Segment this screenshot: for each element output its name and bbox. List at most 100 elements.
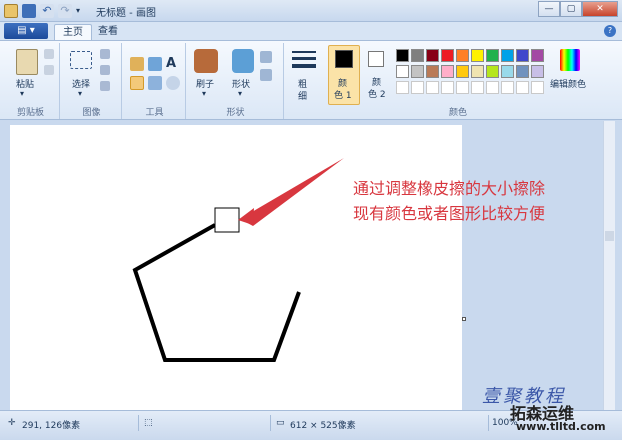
edit-colors-button[interactable]: 编辑颜色 xyxy=(550,77,586,90)
palette-color-swatch[interactable] xyxy=(501,65,514,78)
cut-icon[interactable] xyxy=(44,49,54,59)
canvas-drawing xyxy=(132,158,344,362)
quick-access-toolbar: ↶ ↷ ▾ xyxy=(4,3,90,19)
canvas-size: 612 × 525像素 xyxy=(290,421,356,431)
color1-swatch xyxy=(335,50,353,68)
select-dropdown-icon[interactable]: ▾ xyxy=(78,89,82,98)
paste-icon[interactable] xyxy=(16,49,38,75)
pencil-icon[interactable] xyxy=(130,57,144,71)
palette-color-swatch[interactable] xyxy=(456,49,469,62)
custom-color-slot[interactable] xyxy=(441,81,454,94)
help-icon[interactable]: ? xyxy=(604,25,616,37)
paste-dropdown-icon[interactable]: ▾ xyxy=(20,89,24,98)
color-picker-icon[interactable] xyxy=(148,76,162,90)
size-group: 粗 细 xyxy=(286,43,322,119)
maximize-button[interactable]: ▢ xyxy=(560,1,582,17)
edit-colors-icon[interactable] xyxy=(560,49,580,71)
resize-icon[interactable] xyxy=(100,65,110,75)
magnifier-icon[interactable] xyxy=(166,76,180,90)
brush-icon[interactable] xyxy=(194,49,218,73)
customize-toolbar-chevron-icon[interactable]: ▾ xyxy=(76,4,86,18)
annotation-line-1: 通过调整橡皮擦的大小擦除 xyxy=(353,179,546,198)
palette-color-swatch[interactable] xyxy=(486,49,499,62)
save-icon[interactable] xyxy=(22,4,36,18)
brushes-dropdown-icon[interactable]: ▾ xyxy=(202,89,206,98)
shapes-group: 刷子 ▾ 形状 ▾ 形状 xyxy=(188,43,284,119)
custom-color-slot[interactable] xyxy=(501,81,514,94)
cursor-position: 291, 126像素 xyxy=(22,421,81,431)
file-menu-button[interactable]: ▤ ▾ xyxy=(4,23,48,39)
palette-color-swatch[interactable] xyxy=(516,65,529,78)
palette-color-swatch[interactable] xyxy=(441,65,454,78)
close-button[interactable]: ✕ xyxy=(582,1,618,17)
color2-button[interactable]: 颜 色 2 xyxy=(364,45,392,105)
title-bar: ↶ ↷ ▾ 无标题 - 画图 — ▢ ✕ xyxy=(0,0,622,22)
annotation-arrow-head xyxy=(238,208,254,225)
color1-button[interactable]: 颜 色 1 xyxy=(328,45,360,105)
crop-icon[interactable] xyxy=(100,49,110,59)
palette-color-swatch[interactable] xyxy=(516,49,529,62)
palette-color-swatch[interactable] xyxy=(396,49,409,62)
palette-color-swatch[interactable] xyxy=(426,49,439,62)
canvas-size-icon: ▭ xyxy=(276,418,285,428)
palette-color-swatch[interactable] xyxy=(441,49,454,62)
palette-color-swatch[interactable] xyxy=(501,49,514,62)
drawn-polyline xyxy=(132,223,301,362)
rotate-icon[interactable] xyxy=(100,81,110,91)
palette-color-swatch[interactable] xyxy=(486,65,499,78)
scrollbar-thumb[interactable] xyxy=(605,231,614,241)
color2-swatch xyxy=(368,51,384,67)
outline-icon[interactable] xyxy=(260,51,272,63)
eraser-icon[interactable] xyxy=(130,76,144,90)
image-group: 选择 ▾ 图像 xyxy=(62,43,122,119)
text-icon[interactable]: A xyxy=(166,57,180,71)
clipboard-group: 粘贴 ▾ 剪贴板 xyxy=(2,43,60,119)
fill-shape-icon[interactable] xyxy=(260,69,272,81)
shapes-icon[interactable] xyxy=(232,49,254,73)
custom-color-slot[interactable] xyxy=(471,81,484,94)
ribbon: 粘贴 ▾ 剪贴板 选择 ▾ 图像 A 工具 刷子 ▾ 形状 ▾ 形状 粗 细 颜… xyxy=(0,40,622,120)
custom-color-slot[interactable] xyxy=(456,81,469,94)
clipboard-group-label: 剪贴板 xyxy=(16,108,44,118)
palette-color-swatch[interactable] xyxy=(411,49,424,62)
ribbon-tab-row: ▤ ▾ 主页 查看 ? xyxy=(0,22,622,40)
colors-group: 颜 色 1 颜 色 2 编辑颜色 颜色 xyxy=(324,43,592,119)
fill-icon[interactable] xyxy=(148,57,162,71)
palette-color-swatch[interactable] xyxy=(471,49,484,62)
palette-color-swatch[interactable] xyxy=(531,65,544,78)
cursor-position-icon: ✛ xyxy=(8,418,16,428)
drawing-canvas[interactable]: 通过调整橡皮擦的大小擦除 现有颜色或者图形比较方便 xyxy=(10,125,545,410)
shapes-group-label: 形状 xyxy=(226,108,245,118)
palette-color-swatch[interactable] xyxy=(456,65,469,78)
vertical-scrollbar[interactable] xyxy=(603,121,615,410)
palette-color-swatch[interactable] xyxy=(471,65,484,78)
color2-label-b: 色 2 xyxy=(368,90,386,100)
shapes-dropdown-icon[interactable]: ▾ xyxy=(238,89,242,98)
custom-color-slot[interactable] xyxy=(516,81,529,94)
palette-color-swatch[interactable] xyxy=(411,65,424,78)
palette-color-swatch[interactable] xyxy=(426,65,439,78)
copy-icon[interactable] xyxy=(44,65,54,75)
custom-color-slot[interactable] xyxy=(486,81,499,94)
custom-color-slot[interactable] xyxy=(396,81,409,94)
color1-label-b: 色 1 xyxy=(334,91,352,101)
palette-color-swatch[interactable] xyxy=(531,49,544,62)
undo-icon[interactable]: ↶ xyxy=(40,4,54,18)
tab-view[interactable]: 查看 xyxy=(90,24,126,40)
canvas-resize-handle-right[interactable] xyxy=(462,317,466,321)
custom-color-slot[interactable] xyxy=(426,81,439,94)
tab-home[interactable]: 主页 xyxy=(54,24,92,40)
custom-color-slot[interactable] xyxy=(531,81,544,94)
tools-group-label: 工具 xyxy=(145,108,164,118)
redo-icon[interactable]: ↷ xyxy=(58,4,72,18)
custom-color-slot[interactable] xyxy=(411,81,424,94)
select-icon[interactable] xyxy=(70,51,92,69)
annotation-arrow xyxy=(240,158,344,226)
tools-group: A 工具 xyxy=(124,43,186,119)
paste-button[interactable]: 粘贴 xyxy=(16,77,34,90)
palette-color-swatch[interactable] xyxy=(396,65,409,78)
size-label-2[interactable]: 细 xyxy=(298,89,307,102)
image-group-label: 图像 xyxy=(82,108,101,118)
minimize-button[interactable]: — xyxy=(538,1,560,17)
paint-app-icon[interactable] xyxy=(4,4,18,18)
